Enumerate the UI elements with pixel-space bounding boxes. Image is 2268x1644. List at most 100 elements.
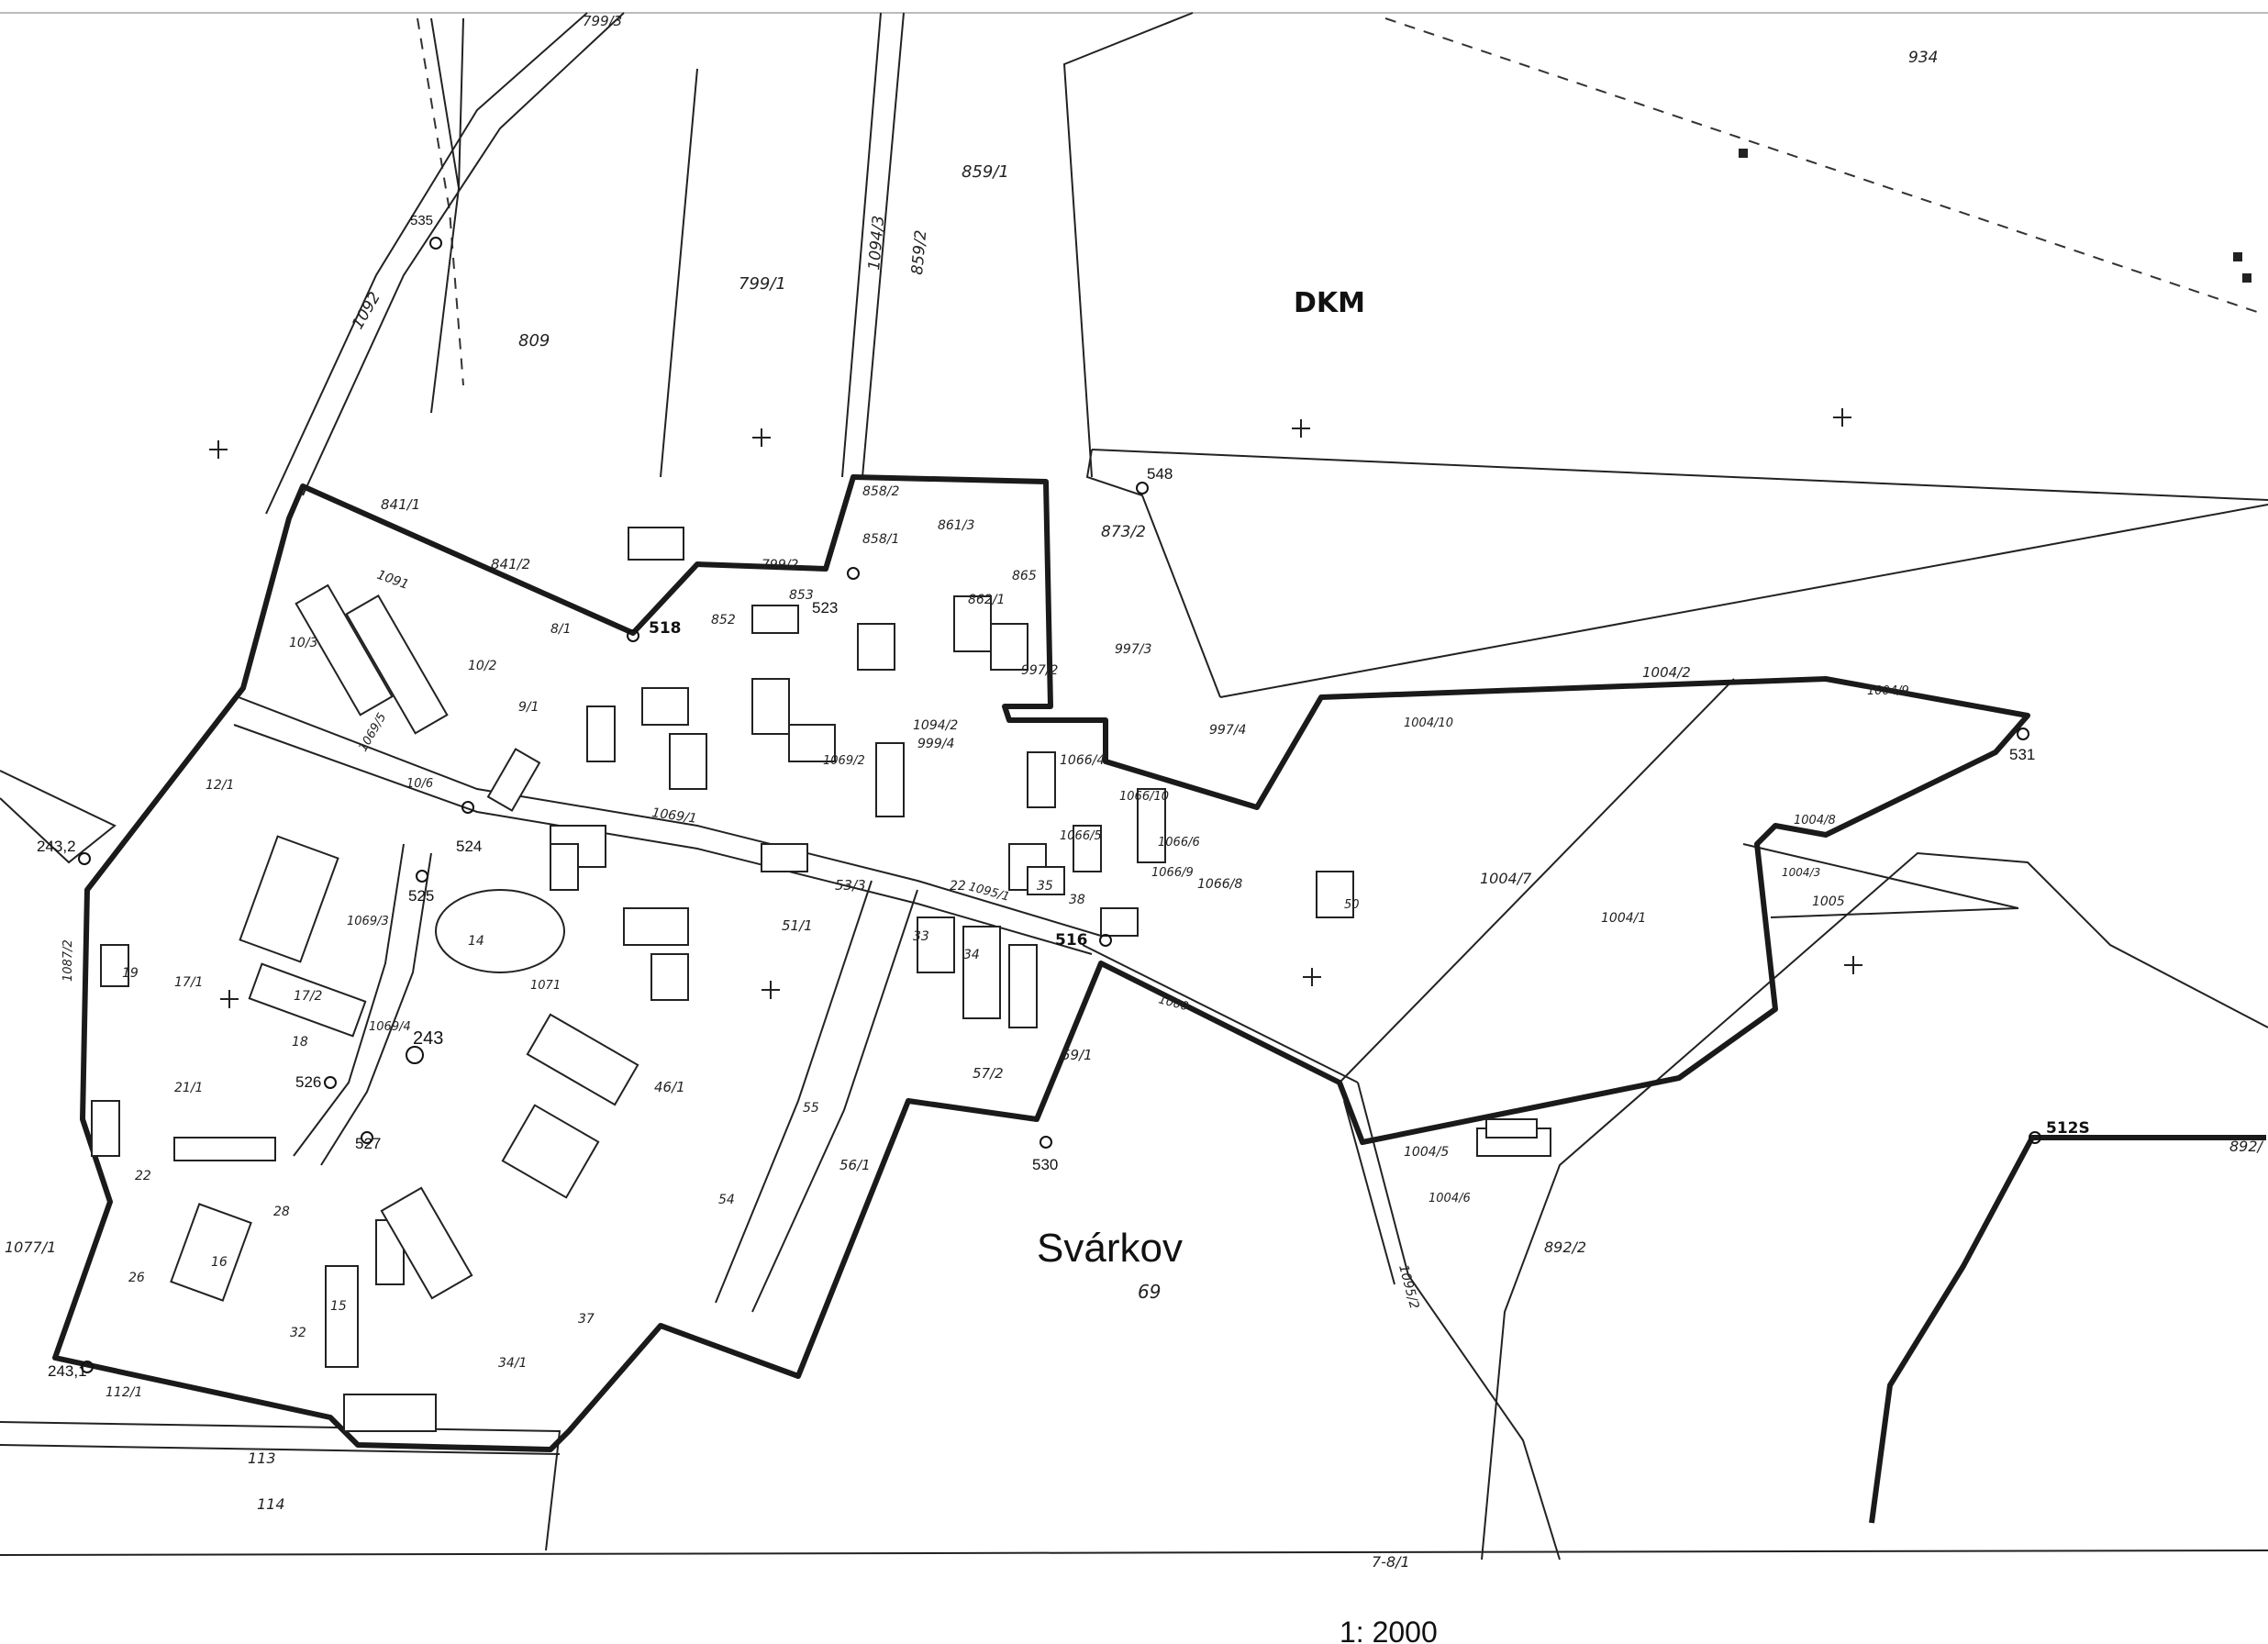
field-line-b	[265, 12, 588, 515]
parcel-label: 1071	[530, 979, 561, 993]
map-mark	[550, 843, 579, 891]
parcel-label: 19	[122, 966, 139, 981]
field-south-a	[0, 1421, 561, 1551]
field-line-c	[660, 68, 698, 478]
map-mark	[1833, 408, 1851, 427]
parcel-label: 1004/7	[1480, 870, 1532, 887]
point-label: 524	[456, 838, 482, 855]
road-1095-1	[715, 880, 873, 1304]
scale-label: 1: 2000	[1340, 1616, 1438, 1644]
parcel-label: 799/3	[583, 13, 622, 29]
parcel-label: 799/1	[739, 274, 786, 294]
parcel-label: 799/2	[762, 558, 798, 572]
parcel-label: 18	[292, 1035, 308, 1050]
parcel-label: 841/2	[491, 556, 530, 572]
map-mark	[641, 687, 689, 726]
map-mark	[752, 428, 771, 447]
parcel-label: 15	[330, 1299, 347, 1314]
field-line-g	[1091, 449, 2268, 501]
map-mark	[325, 1265, 359, 1368]
parcel-label: 1004/10	[1404, 716, 1453, 730]
parcel-label: 997/2	[1021, 663, 1058, 678]
point-label: 523	[812, 599, 838, 616]
frame-bottom	[0, 1550, 2268, 1556]
field-line-a	[302, 12, 625, 496]
parcel-label: 892/2	[1544, 1239, 1586, 1256]
parcel-label: 1004/6	[1429, 1192, 1471, 1205]
map-mark	[623, 907, 689, 946]
parcel-label: 858/2	[862, 484, 899, 499]
region-mark: DKM	[1294, 287, 1365, 319]
map-mark	[2017, 728, 2029, 740]
point-label: 535	[410, 213, 433, 228]
parcel-label: 1005	[1812, 894, 1845, 909]
parcel-label: 865	[1012, 569, 1037, 583]
map-mark	[1136, 482, 1149, 494]
map-mark	[501, 1104, 600, 1199]
parcel-label: 853	[789, 588, 814, 603]
dashed-boundary-ne	[1384, 17, 2258, 313]
road-line-a	[430, 17, 461, 414]
parcel-label: 852	[711, 613, 736, 628]
parcel-label: 34/1	[498, 1356, 527, 1371]
parcel-label: 38	[1069, 893, 1085, 907]
map-mark	[586, 705, 616, 762]
parcel-label: 17/1	[174, 975, 203, 990]
parcel-label: 113	[248, 1450, 276, 1467]
parcel-label: 997/3	[1115, 642, 1151, 657]
parcel-label: 54	[718, 1193, 735, 1207]
boundary-east	[1869, 1135, 2266, 1524]
map-mark	[962, 926, 1001, 1019]
point-label: 512S	[2046, 1119, 2090, 1138]
parcel-label: 1066/10	[1119, 790, 1169, 804]
map-mark	[170, 1203, 252, 1302]
survey-points	[78, 237, 2041, 1373]
parcel-label: 934	[1908, 49, 1938, 67]
parcel-label: 37	[578, 1312, 595, 1327]
parcel-label: 1066/6	[1158, 836, 1200, 850]
buildings	[91, 527, 1551, 1432]
point-label: 243,1	[48, 1362, 87, 1380]
field-line-h	[1219, 504, 2268, 698]
map-mark	[78, 852, 91, 865]
parcel-label: 859/1	[962, 162, 1009, 182]
map-mark	[1303, 968, 1321, 986]
point-labels: 518 516 530 531 512S 523 524 525 526 527…	[37, 213, 2090, 1380]
map-mark	[751, 678, 790, 735]
map-mark	[173, 1137, 276, 1161]
sheet-number: 7-8/1	[1372, 1553, 1410, 1571]
map-mark	[1292, 419, 1310, 438]
parcel-label: 112/1	[106, 1385, 142, 1400]
map-mark	[1040, 1136, 1052, 1149]
boundary-marker-2	[2233, 252, 2242, 261]
point-label: 525	[408, 887, 434, 905]
parcel-label: 861/3	[938, 518, 974, 533]
map-mark	[762, 981, 780, 999]
parcel-label: 873/2	[1101, 523, 1146, 541]
parcel-label: 1004/1	[1601, 911, 1646, 926]
parcel-label: 1004/2	[1642, 664, 1691, 681]
parcel-label: 859/2	[908, 229, 930, 276]
map-mark	[526, 1013, 639, 1106]
cadastral-map: DKM Svárkov 69 1: 2000 7-8/1 934 799/3 7…	[0, 12, 2268, 1644]
field-south-c	[1481, 851, 2268, 1561]
parcel-label: 1069/4	[369, 1020, 411, 1034]
parcel-label: 1094/2	[913, 718, 958, 733]
parcel-label: 55	[803, 1101, 819, 1116]
field-line-f	[1062, 12, 1194, 478]
parcel-label: 21/1	[174, 1081, 203, 1095]
map-mark	[1008, 944, 1038, 1028]
map-mark	[1844, 956, 1862, 974]
parcel-label: 10/3	[289, 636, 317, 650]
parcel-label: 1004/3	[1782, 866, 1820, 879]
parcel-label: 10/2	[468, 659, 497, 673]
map-mark	[324, 1076, 337, 1089]
parcel-label: 12/1	[206, 778, 234, 793]
parcel-label: 33	[913, 929, 929, 944]
parcel-label: 34	[963, 948, 980, 962]
parcel-label: 14	[468, 934, 484, 949]
point-label: 518	[649, 619, 682, 638]
map-mark	[917, 916, 955, 973]
parcel-label: 17/2	[294, 989, 323, 1004]
point-label: 516	[1055, 931, 1088, 950]
